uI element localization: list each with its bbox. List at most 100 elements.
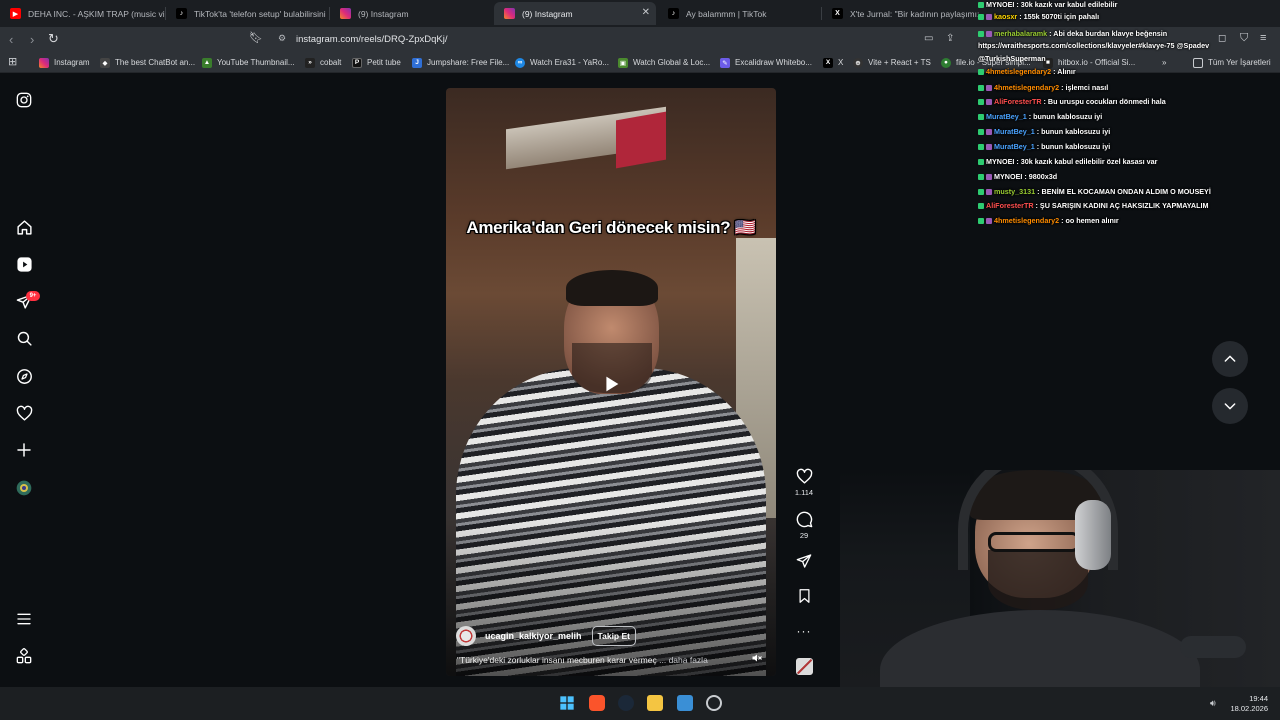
comment-action[interactable]: 29 [794, 511, 814, 540]
bookmark-item[interactable]: ∞ Watch Era31 - YaRo... [515, 56, 609, 69]
heart-icon[interactable] [796, 468, 813, 485]
tab-tiktok[interactable]: ♪ TikTok'ta 'telefon setup' bulabilirsin… [166, 2, 328, 25]
chat-badge-icon [986, 188, 992, 195]
url-field[interactable]: instagram.com/reels/DRQ-ZpxDqKj/ [296, 34, 448, 45]
tab-tiktok-2[interactable]: ♪ Ay balammm | TikTok [658, 2, 820, 25]
x-icon: X [823, 57, 833, 68]
muted-speaker-icon[interactable] [751, 651, 763, 663]
app-icon[interactable] [677, 695, 693, 711]
chat-badge-icon [978, 158, 984, 165]
send-icon[interactable] [796, 553, 812, 569]
chat-badge-icon [986, 128, 992, 135]
site-settings-icon[interactable]: ⚙ [278, 33, 286, 44]
audio-thumbnail[interactable] [796, 658, 813, 675]
bookmark-icon[interactable] [797, 588, 812, 604]
menu-icon[interactable]: ≡ [1260, 32, 1266, 44]
chat-message: MYNOEI: 30k kazık kabul edilebilir özel … [978, 157, 1157, 166]
chat-username: AliForesterTR [994, 97, 1042, 106]
shield-icon[interactable]: ⛉ [1240, 32, 1248, 45]
chat-message: kaosxr: 155k 5070ti için pahalı [978, 12, 1099, 21]
bookmark-page-icon[interactable]: 🔖︎ [249, 31, 263, 44]
bookmark-item[interactable]: Instagram [39, 56, 90, 69]
bookmark-item[interactable]: » cobalt [305, 56, 341, 69]
play-icon[interactable] [600, 373, 622, 395]
tiktok-icon: ♪ [176, 8, 187, 19]
obs-icon[interactable] [706, 695, 722, 711]
bookmark-item[interactable]: ◆ The best ChatBot an... [100, 56, 195, 69]
share-action[interactable] [794, 553, 814, 569]
bookmarks-overflow[interactable]: » [1162, 56, 1166, 69]
description-text: "Türkiye'deki zorluklar insanı mecburen … [457, 655, 657, 665]
follow-button[interactable]: Takip Et [591, 626, 636, 646]
home-icon[interactable] [14, 217, 34, 237]
comment-icon[interactable] [796, 511, 813, 528]
chat-username: AliForesterTR [986, 201, 1034, 210]
bookmark-item[interactable]: P Petit tube [352, 56, 401, 69]
tab-title: Ay balammm | TikTok [686, 8, 767, 19]
chat-badge-icon [978, 143, 984, 150]
reel-description[interactable]: "Türkiye'deki zorluklar insanı mecburen … [457, 655, 708, 665]
forward-icon[interactable]: › [30, 32, 34, 47]
chat-message: MYNOEI: 30k kazık var kabul edilebilir [978, 0, 1117, 9]
reels-icon[interactable] [14, 254, 34, 274]
more-options-action[interactable]: ··· [794, 624, 814, 638]
cast-icon[interactable]: ▭ [924, 33, 933, 44]
apps-grid-icon[interactable]: ⊞ [8, 55, 17, 68]
chat-text: : bunun kablosuzu iyi [1028, 112, 1103, 121]
reload-icon[interactable]: ↻ [48, 31, 59, 47]
instagram-logo-icon[interactable] [14, 90, 34, 110]
explore-icon[interactable] [14, 366, 34, 386]
system-clock[interactable]: 19:44 18.02.2026 [1222, 694, 1268, 714]
search-icon[interactable] [14, 328, 34, 348]
create-plus-icon[interactable] [14, 440, 34, 460]
tab-instagram[interactable]: (9) Instagram [330, 2, 492, 25]
bookmark-item[interactable]: ▲ YouTube Thumbnail... [202, 56, 295, 69]
folder-icon [1193, 57, 1203, 68]
instagram-icon [340, 8, 351, 19]
chat-badge-icon [978, 98, 984, 105]
next-reel-button[interactable] [1212, 388, 1248, 424]
chat-message: MuratBey_1: bunun kablosuzu iyi [978, 127, 1110, 136]
also-from-meta-icon[interactable] [14, 646, 34, 666]
brave-browser-icon[interactable] [589, 695, 605, 711]
tab-title: TikTok'ta 'telefon setup' bulabilirsini [194, 8, 326, 19]
volume-icon[interactable]: 🔊︎ [1210, 698, 1216, 709]
chat-message: AliForesterTR: Bu uruspu cocukları dönme… [978, 97, 1166, 106]
windows-taskbar [0, 687, 1280, 720]
start-icon[interactable] [559, 695, 575, 711]
back-icon[interactable]: ‹ [9, 32, 13, 47]
chat-username: 4hmetislegendary2 [994, 83, 1060, 92]
all-bookmarks[interactable]: Tüm Yer İşaretleri [1193, 56, 1271, 69]
close-tab-icon[interactable]: ✕ [642, 7, 650, 18]
cobalt-icon: » [305, 57, 315, 68]
steam-icon[interactable] [618, 695, 634, 711]
fileio-icon: ● [941, 57, 951, 68]
previous-reel-button[interactable] [1212, 341, 1248, 377]
chat-text: : BENİM EL KOCAMAN ONDAN ALDIM O MOUSEYİ [1037, 187, 1211, 196]
tab-youtube[interactable]: ▶ DEHA INC. - AŞKIM TRAP (music vide [0, 2, 165, 25]
share-icon[interactable]: ⇪ [946, 33, 954, 44]
bookmark-item[interactable]: XX [823, 56, 843, 69]
save-action[interactable] [794, 588, 814, 604]
more-menu-icon[interactable] [14, 609, 34, 629]
reel-video[interactable]: Amerika'dan Geri dönecek misin? 🇺🇸 ucagi… [446, 88, 776, 676]
notifications-heart-icon[interactable] [14, 403, 34, 423]
tab-instagram-active[interactable]: (9) Instagram ✕ [494, 2, 656, 25]
bookmark-item[interactable]: ✎ Excalidraw Whitebo... [720, 56, 812, 69]
extensions-icon[interactable]: ◻ [1218, 33, 1226, 44]
bookmark-item[interactable]: ▣ Watch Global & Loc... [618, 56, 710, 69]
chat-badge-icon [978, 68, 984, 75]
like-action[interactable]: 1.114 [794, 468, 814, 497]
profile-avatar-icon[interactable] [14, 478, 34, 498]
more-dots-icon[interactable]: ··· [797, 624, 812, 638]
tab-x[interactable]: X X'te Jurnal: "Bir kadının paylaşımı: "… [822, 2, 982, 25]
bookmark-item[interactable]: ⊕ Vite + React + TS [853, 56, 931, 69]
webcam-overlay [840, 470, 1280, 690]
chat-text: : Abi deka burdan klavye beğensin [1049, 29, 1168, 38]
bookmark-item[interactable]: J Jumpshare: Free File... [412, 56, 509, 69]
author-username[interactable]: ucagin_kalkiyor_melih [485, 631, 582, 641]
file-explorer-icon[interactable] [647, 695, 663, 711]
author-avatar[interactable] [456, 626, 476, 646]
chat-message: MYNOEI: 9800x3d [978, 172, 1057, 181]
description-more-link[interactable]: ... daha fazla [659, 655, 708, 665]
